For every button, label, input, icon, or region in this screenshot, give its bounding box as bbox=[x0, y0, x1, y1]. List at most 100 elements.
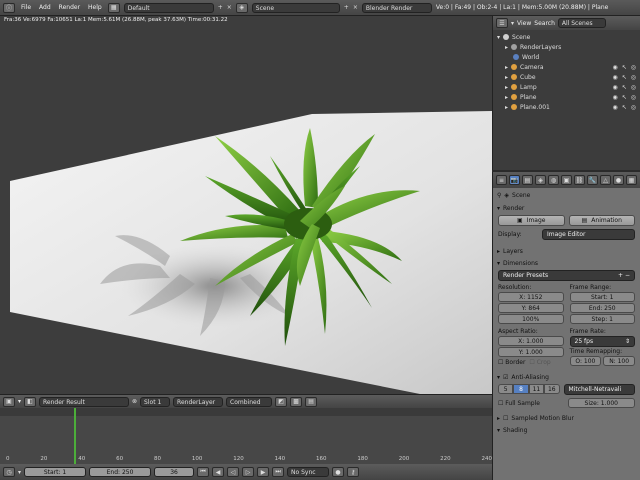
frame-start-field[interactable]: Start: 1 bbox=[569, 292, 635, 302]
render-panel-header[interactable]: ▾ Render bbox=[493, 202, 640, 214]
cursor-icon[interactable]: ↖ bbox=[622, 104, 627, 111]
frame-step-field[interactable]: Step: 1 bbox=[569, 314, 635, 324]
outliner-item-world[interactable]: World bbox=[497, 52, 636, 62]
render-result-view[interactable]: Fra:36 Ve:6979 Fa:10651 La:1 Mem:5.61M (… bbox=[0, 16, 492, 394]
aa-checkbox[interactable]: ☑ bbox=[503, 374, 508, 381]
properties-editor[interactable]: ⚲ ◈ Scene ▾ Render ▣ Image ▤ Animation Dis… bbox=[492, 188, 640, 480]
menu-render[interactable]: Render bbox=[57, 4, 82, 11]
shading-panel-header[interactable]: ▾ Shading bbox=[493, 424, 640, 436]
render-presets-select[interactable]: Render Presets + − bbox=[498, 270, 635, 281]
outliner-search-menu[interactable]: Search bbox=[534, 20, 555, 27]
frame-rate-select[interactable]: 25 fps ⇕ bbox=[569, 336, 635, 347]
z-buffer-icon[interactable]: ▤ bbox=[305, 396, 318, 407]
render-tab-icon[interactable]: 📷 bbox=[509, 175, 520, 185]
expand-icon[interactable]: ▸ bbox=[505, 94, 508, 101]
eye-icon[interactable]: ◉ bbox=[612, 64, 617, 71]
image-name-field[interactable]: Render Result bbox=[39, 396, 130, 407]
constraints-tab-icon[interactable]: ⛓ bbox=[574, 175, 585, 185]
resolution-x-field[interactable]: X: 1152 bbox=[498, 292, 564, 302]
outliner-item-plane[interactable]: ▸ Plane ◉ ↖ ◎ bbox=[497, 92, 636, 102]
scene-close-icon[interactable]: × bbox=[353, 4, 358, 11]
editor-type-outliner-icon[interactable]: ☰ bbox=[496, 18, 508, 28]
modifiers-tab-icon[interactable]: 🔧 bbox=[587, 175, 598, 185]
slot-select[interactable]: Slot 1 bbox=[140, 396, 171, 407]
alpha-icon[interactable]: ▩ bbox=[290, 396, 303, 407]
render-engine-select[interactable]: Blender Render bbox=[361, 2, 432, 13]
play-icon[interactable]: ▷ bbox=[242, 467, 255, 477]
next-keyframe-icon[interactable]: ▶ bbox=[257, 467, 270, 477]
prev-keyframe-icon[interactable]: ◀ bbox=[212, 467, 225, 477]
dimensions-panel-header[interactable]: ▾ Dimensions bbox=[493, 257, 640, 269]
collapse-icon[interactable]: ▾ bbox=[497, 34, 500, 41]
scene-icon[interactable]: ◈ bbox=[235, 2, 248, 13]
render-pass-select[interactable]: Combined bbox=[226, 396, 273, 407]
render-visibility-icon[interactable]: ◎ bbox=[631, 94, 636, 101]
render-visibility-icon[interactable]: ◎ bbox=[631, 64, 636, 71]
scene-tab-icon[interactable]: ◈ bbox=[535, 175, 546, 185]
display-select[interactable]: Image Editor bbox=[542, 229, 635, 240]
cursor-icon[interactable]: ↖ bbox=[622, 94, 627, 101]
render-visibility-icon[interactable]: ◎ bbox=[631, 74, 636, 81]
screen-add-icon[interactable]: + bbox=[218, 4, 223, 11]
render-layers-tab-icon[interactable]: ▤ bbox=[522, 175, 533, 185]
outliner-view-menu[interactable]: View bbox=[517, 20, 531, 27]
editor-type-info-icon[interactable]: ⓘ bbox=[3, 2, 15, 13]
eye-icon[interactable]: ◉ bbox=[612, 84, 617, 91]
render-visibility-icon[interactable]: ◎ bbox=[631, 104, 636, 111]
eye-icon[interactable]: ◉ bbox=[612, 104, 617, 111]
object-tab-icon[interactable]: ▣ bbox=[561, 175, 572, 185]
data-tab-icon[interactable]: △ bbox=[600, 175, 611, 185]
start-frame-field[interactable]: Start: 1 bbox=[24, 467, 87, 477]
play-reverse-icon[interactable]: ◁ bbox=[227, 467, 240, 477]
aa-samples-8[interactable]: 8 bbox=[513, 384, 529, 394]
screen-close-icon[interactable]: × bbox=[227, 4, 232, 11]
keying-set-icon[interactable]: ⚷ bbox=[347, 467, 360, 477]
render-layer-select[interactable]: RenderLayer bbox=[173, 396, 224, 407]
render-visibility-icon[interactable]: ◎ bbox=[631, 84, 636, 91]
texture-tab-icon[interactable]: ▦ bbox=[626, 175, 637, 185]
menu-add[interactable]: Add bbox=[37, 4, 53, 11]
screen-layout-field[interactable]: Default bbox=[123, 2, 214, 13]
eye-icon[interactable]: ◉ bbox=[612, 94, 617, 101]
outliner-item-camera[interactable]: ▸ Camera ◉ ↖ ◎ bbox=[497, 62, 636, 72]
record-icon[interactable]: ● bbox=[332, 467, 345, 477]
aa-samples-5[interactable]: 5 bbox=[498, 384, 514, 394]
resolution-percent-field[interactable]: 100% bbox=[498, 314, 564, 324]
expand-icon[interactable]: ▸ bbox=[505, 104, 508, 111]
full-sample-checkbox[interactable]: ☐ Full Sample bbox=[498, 400, 564, 407]
cursor-icon[interactable]: ↖ bbox=[622, 74, 627, 81]
expand-icon[interactable]: ▸ bbox=[505, 74, 508, 81]
material-tab-icon[interactable]: ● bbox=[613, 175, 624, 185]
resolution-y-field[interactable]: Y: 864 bbox=[498, 303, 564, 313]
expand-icon[interactable]: ▸ bbox=[505, 84, 508, 91]
aspect-y-field[interactable]: Y: 1.000 bbox=[498, 347, 564, 357]
add-preset-icon[interactable]: + − bbox=[618, 272, 630, 279]
sync-mode-select[interactable]: No Sync bbox=[287, 467, 330, 477]
motion-blur-panel-header[interactable]: ▸ ☐ Sampled Motion Blur bbox=[493, 412, 640, 424]
editor-type-image-icon[interactable]: ▣ bbox=[3, 396, 15, 407]
world-tab-icon[interactable]: ◍ bbox=[548, 175, 559, 185]
outliner-item-renderlayers[interactable]: ▸ RenderLayers bbox=[497, 42, 636, 52]
expand-icon[interactable]: ▸ bbox=[505, 64, 508, 71]
jump-start-icon[interactable]: ⏮ bbox=[197, 467, 210, 477]
render-animation-button[interactable]: ▤ Animation bbox=[568, 215, 635, 226]
frame-end-field[interactable]: End: 250 bbox=[569, 303, 635, 313]
render-image-button[interactable]: ▣ Image bbox=[498, 215, 565, 226]
aa-samples-16[interactable]: 16 bbox=[544, 384, 560, 394]
pin-icon[interactable]: ⚲ bbox=[497, 192, 501, 199]
screen-layout-icon[interactable]: ▦ bbox=[107, 2, 120, 13]
browse-image-icon[interactable]: ◧ bbox=[24, 396, 37, 407]
outliner-tree[interactable]: ▾ Scene ▸ RenderLayers World ▸ Camera ◉ ↖ ◎… bbox=[492, 30, 640, 170]
cursor-icon[interactable]: ↖ bbox=[622, 64, 627, 71]
timeline-menu-icon[interactable]: ▾ bbox=[18, 469, 21, 476]
crop-checkbox[interactable]: ☐ Crop bbox=[529, 359, 550, 366]
cursor-icon[interactable]: ↖ bbox=[622, 84, 627, 91]
outliner-item-lamp[interactable]: ▸ Lamp ◉ ↖ ◎ bbox=[497, 82, 636, 92]
aa-size-field[interactable]: Size: 1.000 bbox=[567, 398, 635, 408]
outliner-item-scene[interactable]: ▾ Scene bbox=[497, 32, 636, 42]
menu-help[interactable]: Help bbox=[86, 4, 104, 11]
view-menu[interactable]: ▾ bbox=[18, 398, 21, 405]
motion-blur-checkbox[interactable]: ☐ bbox=[503, 415, 508, 422]
editor-type-properties-icon[interactable]: ≡ bbox=[496, 175, 507, 185]
remap-old-field[interactable]: O: 100 bbox=[569, 356, 602, 366]
